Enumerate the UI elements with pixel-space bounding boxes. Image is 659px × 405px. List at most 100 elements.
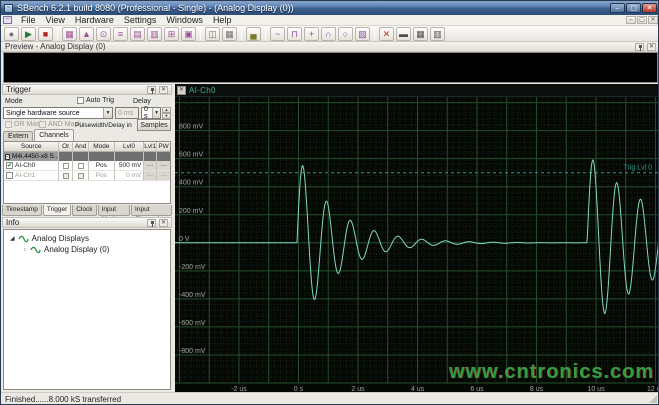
info-panel-header[interactable]: Info ✕ bbox=[2, 217, 172, 228]
new-analog-display-icon[interactable]: ~ bbox=[270, 27, 285, 41]
tree-expander-icon[interactable]: ◢ bbox=[10, 235, 15, 242]
channel-enable-checkbox[interactable] bbox=[6, 172, 13, 179]
layout-single-icon[interactable]: ▬ bbox=[396, 27, 411, 41]
zoom-display-icon[interactable]: ○ bbox=[338, 27, 353, 41]
table-row[interactable]: AI-Ch1Pos0 mV------ bbox=[4, 171, 170, 181]
mdi-restore-button[interactable]: ▢ bbox=[637, 16, 647, 24]
trigger-panel-header[interactable]: Trigger ✕ bbox=[2, 84, 172, 95]
column-header-lvl1[interactable]: Lvl1 bbox=[144, 142, 157, 152]
channel-tab-ai-ch0[interactable]: AI-Ch0 bbox=[189, 86, 216, 95]
mdi-close-button[interactable]: ✕ bbox=[648, 16, 658, 24]
close-icon[interactable]: ✕ bbox=[647, 43, 656, 51]
minimize-button[interactable]: ‒ bbox=[610, 3, 625, 13]
column-header-pw[interactable]: PW bbox=[157, 142, 170, 152]
timestamp-icon[interactable]: ▤ bbox=[130, 27, 145, 41]
card-info-icon[interactable]: ▣ bbox=[181, 27, 196, 41]
start-icon[interactable]: ▶ bbox=[21, 27, 36, 41]
svg-text:0 V: 0 V bbox=[179, 236, 190, 243]
pin-icon[interactable] bbox=[635, 43, 644, 51]
close-button[interactable]: ✕ bbox=[642, 3, 657, 13]
toolbar-separator bbox=[241, 28, 242, 40]
tab-clock[interactable]: Clock bbox=[72, 205, 96, 216]
table-row[interactable]: ✔AI-Ch0Pos500 mV------ bbox=[4, 161, 170, 171]
app-icon: ~ bbox=[4, 4, 13, 13]
cell-mode[interactable]: Pos bbox=[89, 161, 115, 171]
cell-lvl1[interactable]: --- bbox=[144, 161, 157, 171]
analog-display: ✕ AI-Ch0 800 mV600 mV400 mV200 mV0 V-200… bbox=[175, 84, 659, 392]
tab-channels[interactable]: Channels bbox=[34, 129, 74, 141]
new-xy-display-icon[interactable]: + bbox=[304, 27, 319, 41]
io-lines-icon[interactable]: ⊞ bbox=[164, 27, 179, 41]
preview-display[interactable] bbox=[3, 52, 658, 83]
save-icon[interactable]: ▄ bbox=[246, 27, 261, 41]
column-header-lvl0[interactable]: Lvl0 bbox=[115, 142, 145, 152]
maximize-button[interactable]: ▢ bbox=[626, 3, 641, 13]
trigger-tabs: ExternChannels bbox=[3, 129, 75, 141]
watermark: www.cntronics.com bbox=[449, 361, 654, 384]
channels-icon[interactable]: ≡ bbox=[113, 27, 128, 41]
layout-columns-icon[interactable]: ▥ bbox=[430, 27, 445, 41]
stop-icon[interactable]: ■ bbox=[38, 27, 53, 41]
new-digital-display-icon[interactable]: ⊓ bbox=[287, 27, 302, 41]
input-mode-icon[interactable]: ▦ bbox=[62, 27, 77, 41]
cascade-windows-icon[interactable]: ◫ bbox=[205, 27, 220, 41]
resize-grip[interactable] bbox=[649, 395, 657, 403]
close-icon[interactable]: ✕ bbox=[159, 86, 168, 94]
toolbar-separator bbox=[265, 28, 266, 40]
menu-windows[interactable]: Windows bbox=[161, 15, 208, 25]
mdi-child-icon[interactable]: ~ bbox=[3, 16, 12, 24]
column-header-and[interactable]: And bbox=[73, 142, 89, 152]
svg-text:400 mV: 400 mV bbox=[179, 180, 203, 187]
tree-item-analog-displays[interactable]: ◢Analog Displays bbox=[4, 233, 170, 244]
menu-hardware[interactable]: Hardware bbox=[70, 15, 119, 25]
cell-pw[interactable]: --- bbox=[157, 161, 170, 171]
tab-input-channels[interactable]: Input Channels bbox=[131, 205, 172, 216]
column-header-or[interactable]: Or bbox=[59, 142, 73, 152]
new-fft-display-icon[interactable]: ∩ bbox=[321, 27, 336, 41]
export-display-icon[interactable]: ▨ bbox=[355, 27, 370, 41]
pin-icon[interactable] bbox=[147, 86, 156, 94]
pin-icon[interactable] bbox=[147, 219, 156, 227]
auto-trig-checkbox[interactable]: Auto Trig bbox=[77, 97, 114, 104]
tree-item-analog-display-0-[interactable]: ▹Analog Display (0) bbox=[4, 244, 170, 255]
clock-setup-icon[interactable]: ⊙ bbox=[96, 27, 111, 41]
memory-icon[interactable]: ▥ bbox=[147, 27, 162, 41]
and-checkbox bbox=[78, 173, 84, 179]
tab-input-mode[interactable]: Input Mode bbox=[98, 205, 131, 216]
tile-windows-icon[interactable]: ▦ bbox=[222, 27, 237, 41]
waveform-plot[interactable]: 800 mV600 mV400 mV200 mV0 V-200 mV-400 m… bbox=[175, 97, 659, 392]
or-checkbox[interactable] bbox=[63, 163, 69, 169]
title-bar[interactable]: ~ SBench 6.2.1 build 8080 (Professional … bbox=[1, 1, 659, 15]
delay-stepper[interactable]: ▲ ▼ bbox=[162, 107, 171, 119]
mdi-minimize-button[interactable]: ‒ bbox=[626, 16, 636, 24]
tab-timestamp[interactable]: Timestamp bbox=[2, 205, 42, 216]
settings-icon[interactable]: ● bbox=[4, 27, 19, 41]
close-icon[interactable]: ✕ bbox=[177, 86, 186, 95]
menu-settings[interactable]: Settings bbox=[119, 15, 162, 25]
and-checkbox[interactable] bbox=[78, 163, 84, 169]
trigger-channel-table: SourceOrAndModeLvl0Lvl1PW − M4i.4450-x8 … bbox=[3, 141, 171, 204]
tab-trigger[interactable]: Trigger bbox=[43, 205, 71, 216]
delay-value-select[interactable]: 0 s ▼ bbox=[141, 107, 161, 119]
close-icon[interactable]: ✕ bbox=[159, 219, 168, 227]
collapse-icon[interactable]: − bbox=[5, 154, 10, 160]
tree-expander-icon[interactable]: ▹ bbox=[24, 246, 27, 253]
samples-button[interactable]: Samples bbox=[137, 119, 171, 131]
tab-extern[interactable]: Extern bbox=[3, 131, 33, 141]
trigger-setup-icon[interactable]: ▲ bbox=[79, 27, 94, 41]
column-header-mode[interactable]: Mode bbox=[89, 142, 115, 152]
close-display-icon[interactable]: ✕ bbox=[379, 27, 394, 41]
menu-help[interactable]: Help bbox=[208, 15, 237, 25]
layout-grid-icon[interactable]: ▦ bbox=[413, 27, 428, 41]
trigger-source-select[interactable]: Single hardware source ▼ bbox=[3, 107, 113, 119]
svg-text:-800 mV: -800 mV bbox=[179, 348, 206, 355]
menu-view[interactable]: View bbox=[41, 15, 70, 25]
svg-text:-200 mV: -200 mV bbox=[179, 264, 206, 271]
menu-file[interactable]: File bbox=[16, 15, 41, 25]
sine-wave-icon bbox=[30, 246, 41, 254]
channel-enable-checkbox[interactable]: ✔ bbox=[6, 162, 13, 169]
mode-label: Mode bbox=[5, 98, 23, 105]
table-group-row[interactable]: − M4i.4450-x8 S... bbox=[4, 152, 170, 161]
cell-lvl0[interactable]: 500 mV bbox=[115, 161, 145, 171]
column-header-source[interactable]: Source bbox=[4, 142, 59, 152]
